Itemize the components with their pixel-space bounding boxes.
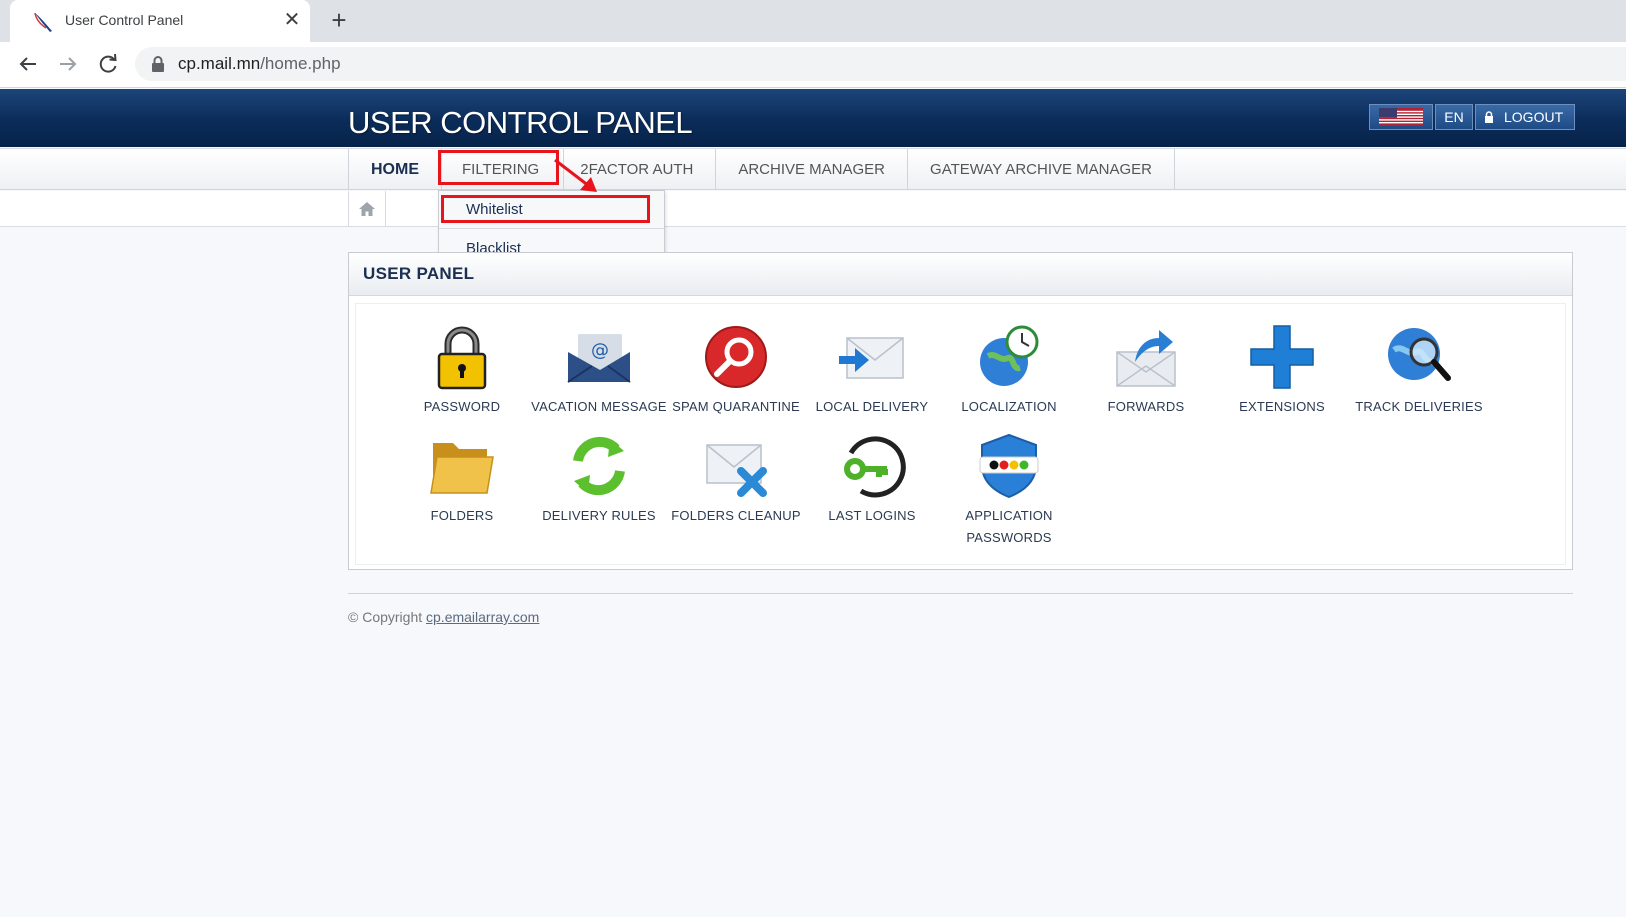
- tile-last-logins[interactable]: LAST LOGINS: [802, 431, 942, 527]
- annotation-highlight-whitelist: [441, 195, 650, 223]
- tile-label: FOLDERS CLEANUP: [671, 508, 801, 523]
- tile-label: DELIVERY RULES: [542, 508, 656, 523]
- logout-label: LOGOUT: [1504, 109, 1564, 125]
- tile-extensions[interactable]: EXTENSIONS: [1212, 322, 1352, 418]
- panel-title: USER PANEL: [363, 264, 475, 283]
- tile-label: FORWARDS: [1107, 399, 1185, 414]
- annotation-arrow-icon: [554, 158, 597, 192]
- tile-label: LOCAL DELIVERY: [815, 399, 929, 414]
- local-delivery-icon: [839, 337, 904, 379]
- recycle-arrows-icon: [573, 436, 625, 496]
- tile-label-line1: APPLICATION: [965, 508, 1053, 523]
- browser-tab[interactable]: User Control Panel ✕: [10, 0, 310, 42]
- page-title: USER CONTROL PANEL: [348, 105, 693, 140]
- lock-icon: [1485, 111, 1493, 123]
- main-nav: HOME FILTERING 2FACTOR AUTH ARCHIVE MANA…: [0, 148, 1626, 190]
- globe-clock-icon: [980, 325, 1039, 386]
- globe-search-icon: [1388, 328, 1451, 381]
- tile-label: VACATION MESSAGE: [531, 399, 667, 414]
- tile-label: SPAM QUARANTINE: [672, 399, 800, 414]
- language-button[interactable]: EN: [1435, 104, 1473, 130]
- url-text: cp.mail.mn/home.php: [178, 54, 341, 74]
- tile-application-passwords[interactable]: APPLICATION PASSWORDS: [939, 431, 1079, 549]
- language-flag-button[interactable]: [1369, 104, 1433, 130]
- tile-label: LOCALIZATION: [961, 399, 1057, 414]
- breadcrumb: [0, 191, 1626, 227]
- tile-localization[interactable]: LOCALIZATION: [939, 322, 1079, 418]
- tile-folders[interactable]: FOLDERS: [392, 431, 532, 527]
- nav-archive-manager[interactable]: ARCHIVE MANAGER: [716, 149, 909, 190]
- new-tab-icon[interactable]: +: [326, 6, 352, 34]
- annotation-highlight-filtering: [438, 150, 559, 185]
- breadcrumb-home[interactable]: [348, 191, 386, 226]
- plus-icon: [1250, 325, 1314, 389]
- browser-tabstrip: User Control Panel ✕ +: [0, 0, 1626, 42]
- spam-quarantine-icon: [705, 326, 767, 388]
- tile-delivery-rules[interactable]: DELIVERY RULES: [529, 431, 669, 527]
- tile-label: PASSWORD: [423, 399, 501, 414]
- copyright-link[interactable]: cp.emailarray.com: [426, 609, 539, 625]
- copyright-text: © Copyright: [348, 609, 427, 625]
- feather-favicon-icon: [34, 12, 52, 32]
- tile-label: FOLDERS: [430, 508, 494, 523]
- address-bar[interactable]: cp.mail.mn/home.php: [135, 47, 1626, 81]
- lock-icon: [152, 56, 164, 72]
- panel-body: PASSWORD @ VACATION MESSAGE SPAM QUARANT…: [355, 303, 1566, 565]
- vacation-mail-icon: @: [567, 334, 631, 383]
- url-path: /home.php: [260, 54, 341, 73]
- padlock-icon: [437, 326, 487, 390]
- reload-icon[interactable]: [94, 50, 122, 78]
- shield-password-icon: [979, 433, 1039, 499]
- user-panel: USER PANEL PASSWORD @ VACATION MESSAGE S…: [348, 252, 1573, 570]
- close-tab-icon[interactable]: ✕: [282, 8, 302, 32]
- url-host: cp.mail.mn: [178, 54, 261, 73]
- tile-label: EXTENSIONS: [1239, 399, 1325, 414]
- tile-label: APPLICATION PASSWORDS: [939, 505, 1079, 549]
- home-icon: [359, 201, 375, 216]
- tile-folders-cleanup[interactable]: FOLDERS CLEANUP: [666, 431, 806, 527]
- forward-mail-icon: [1116, 330, 1176, 387]
- tile-spam-quarantine[interactable]: SPAM QUARANTINE: [666, 322, 806, 418]
- tab-title: User Control Panel: [65, 12, 184, 28]
- header-buttons: EN LOGOUT: [1369, 104, 1575, 130]
- folder-icon: [430, 443, 494, 494]
- tile-password[interactable]: PASSWORD: [392, 322, 532, 418]
- tile-label: LAST LOGINS: [828, 508, 916, 523]
- app-header: USER CONTROL PANEL EN LOGOUT: [0, 89, 1626, 147]
- panel-header: USER PANEL: [349, 253, 1572, 296]
- copyright: © Copyright cp.emailarray.com: [348, 609, 539, 625]
- tile-vacation-message[interactable]: @ VACATION MESSAGE: [529, 322, 669, 418]
- nav-home[interactable]: HOME: [349, 149, 442, 190]
- tile-local-delivery[interactable]: LOCAL DELIVERY: [802, 322, 942, 418]
- svg-text:@: @: [591, 340, 609, 361]
- tile-label-line2: PASSWORDS: [966, 530, 1052, 545]
- key-icon: [844, 436, 906, 498]
- us-flag-icon: [1379, 108, 1423, 126]
- back-arrow-icon[interactable]: [14, 50, 42, 78]
- mail-delete-icon: [706, 444, 767, 497]
- browser-toolbar: cp.mail.mn/home.php: [0, 42, 1626, 88]
- footer-divider: [348, 593, 1573, 594]
- tile-track-deliveries[interactable]: TRACK DELIVERIES: [1349, 322, 1489, 418]
- tile-forwards[interactable]: FORWARDS: [1076, 322, 1216, 418]
- nav-gateway-archive-manager[interactable]: GATEWAY ARCHIVE MANAGER: [908, 149, 1176, 190]
- tile-label: TRACK DELIVERIES: [1355, 399, 1483, 414]
- forward-arrow-icon[interactable]: [54, 50, 82, 78]
- logout-button[interactable]: LOGOUT: [1475, 104, 1575, 130]
